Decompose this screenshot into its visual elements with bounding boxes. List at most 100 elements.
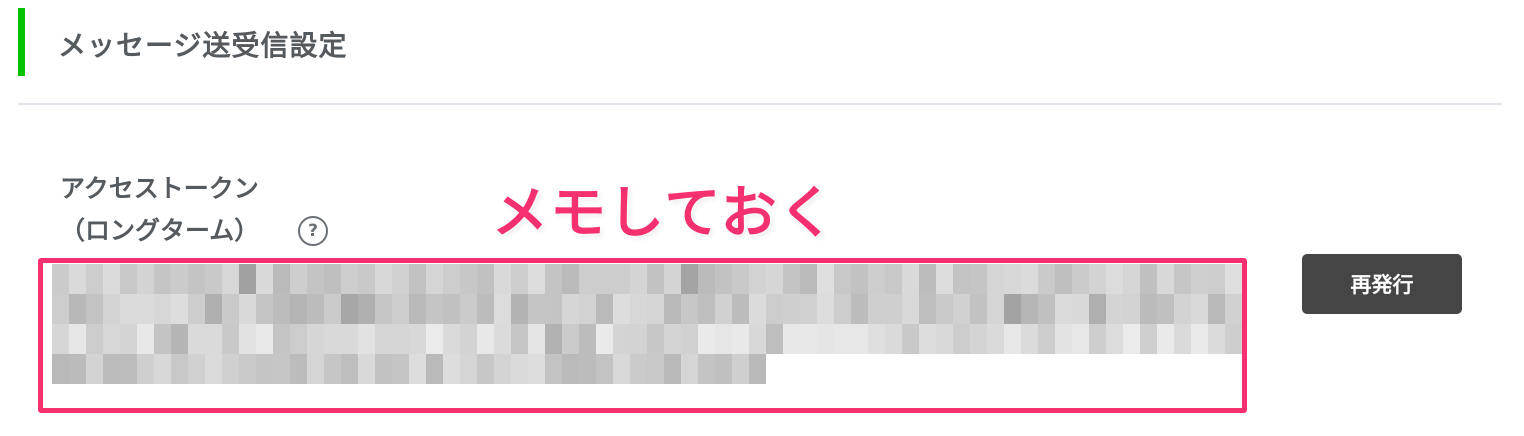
token-blur-row-2 xyxy=(52,294,1242,324)
token-blur-block xyxy=(630,294,647,324)
token-blur-block xyxy=(732,354,749,384)
reissue-button[interactable]: 再発行 xyxy=(1302,254,1462,314)
token-blur-block xyxy=(1208,294,1225,324)
token-blur-block xyxy=(511,264,528,294)
token-blur-block xyxy=(1157,294,1174,324)
token-blur-block xyxy=(630,264,647,294)
token-blur-block xyxy=(239,354,256,384)
token-blur-block xyxy=(664,294,681,324)
token-blur-block xyxy=(545,354,562,384)
token-blur-block xyxy=(919,264,936,294)
section-title: メッセージ送受信設定 xyxy=(58,29,348,62)
token-blur-block xyxy=(953,324,970,354)
token-blur-block xyxy=(1191,264,1208,294)
token-blur-block xyxy=(1021,264,1038,294)
token-blur-block xyxy=(1055,324,1072,354)
token-blur-block xyxy=(698,354,715,384)
token-blur-block xyxy=(477,324,494,354)
token-blur-block xyxy=(834,294,851,324)
token-blur-block xyxy=(477,354,494,384)
token-blur-block xyxy=(273,324,290,354)
token-blur-block xyxy=(120,294,137,324)
token-blur-block xyxy=(732,294,749,324)
token-blur-block xyxy=(596,294,613,324)
token-blur-block xyxy=(358,294,375,324)
token-blur-block xyxy=(1140,324,1157,354)
token-blur-block xyxy=(1208,264,1225,294)
token-blur-block xyxy=(834,264,851,294)
token-blur-block xyxy=(698,294,715,324)
token-blur-block xyxy=(205,294,222,324)
token-blur-block xyxy=(443,354,460,384)
token-blur-block xyxy=(749,354,766,384)
token-blur-block xyxy=(766,264,783,294)
token-blur-block xyxy=(1072,264,1089,294)
token-blur-block xyxy=(1123,264,1140,294)
token-blur-block xyxy=(324,264,341,294)
memo-annotation: メモしておく xyxy=(492,181,837,246)
access-token-value[interactable] xyxy=(52,264,1242,404)
token-blur-block xyxy=(1038,264,1055,294)
token-blur-block xyxy=(749,324,766,354)
token-blur-block xyxy=(358,354,375,384)
token-blur-block xyxy=(358,264,375,294)
token-blur-block xyxy=(324,324,341,354)
token-blur-block xyxy=(681,294,698,324)
token-blur-block xyxy=(239,324,256,354)
token-blur-block xyxy=(1038,324,1055,354)
token-blur-block xyxy=(1021,294,1038,324)
token-blur-block xyxy=(851,264,868,294)
token-blur-block xyxy=(69,324,86,354)
token-blur-block xyxy=(494,324,511,354)
access-token-label: アクセストークン （ロングターム） xyxy=(60,168,259,252)
token-blur-block xyxy=(613,294,630,324)
token-blur-block xyxy=(715,294,732,324)
token-blur-block xyxy=(1174,264,1191,294)
token-blur-block xyxy=(800,264,817,294)
token-blur-block xyxy=(647,264,664,294)
question-circle-icon[interactable]: ? xyxy=(298,216,328,246)
token-blur-block xyxy=(630,354,647,384)
token-blur-block xyxy=(358,324,375,354)
token-blur-block xyxy=(817,294,834,324)
token-blur-block xyxy=(392,264,409,294)
token-blur-block xyxy=(1106,324,1123,354)
token-blur-block xyxy=(528,264,545,294)
token-blur-block xyxy=(239,264,256,294)
token-blur-block xyxy=(749,264,766,294)
token-blur-block xyxy=(1106,264,1123,294)
token-blur-block xyxy=(681,354,698,384)
token-blur-block xyxy=(460,264,477,294)
token-blur-row-4 xyxy=(52,354,766,384)
token-blur-block xyxy=(562,324,579,354)
token-blur-block xyxy=(52,324,69,354)
token-blur-block xyxy=(868,264,885,294)
token-blur-block xyxy=(137,264,154,294)
token-blur-block xyxy=(953,294,970,324)
token-blur-block xyxy=(1038,294,1055,324)
token-blur-block xyxy=(171,294,188,324)
token-blur-block xyxy=(1174,294,1191,324)
token-blur-block xyxy=(341,294,358,324)
token-blur-block xyxy=(596,354,613,384)
token-blur-block xyxy=(205,264,222,294)
token-blur-block xyxy=(69,294,86,324)
token-blur-block xyxy=(732,264,749,294)
section-divider xyxy=(18,103,1502,105)
token-blur-block xyxy=(1225,294,1242,324)
token-blur-block xyxy=(375,264,392,294)
token-blur-block xyxy=(52,264,69,294)
token-blur-block xyxy=(1157,324,1174,354)
token-blur-block xyxy=(1055,294,1072,324)
token-blur-block xyxy=(443,324,460,354)
token-blur-block xyxy=(188,294,205,324)
token-blur-block xyxy=(154,354,171,384)
token-blur-block xyxy=(800,294,817,324)
token-blur-block xyxy=(613,324,630,354)
token-blur-block xyxy=(69,354,86,384)
token-blur-block xyxy=(766,294,783,324)
token-blur-block xyxy=(579,324,596,354)
token-blur-block xyxy=(290,354,307,384)
token-blur-block xyxy=(494,264,511,294)
token-blur-block xyxy=(256,324,273,354)
